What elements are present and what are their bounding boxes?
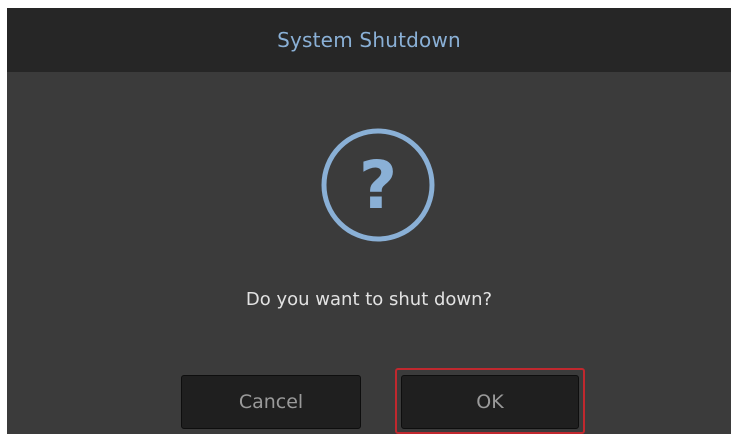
dialog-title: System Shutdown: [277, 28, 461, 52]
question-mark-glyph: ?: [359, 147, 397, 224]
dialog-message: Do you want to shut down?: [245, 289, 493, 310]
dialog-titlebar: System Shutdown: [7, 8, 731, 72]
question-circle-icon: ?: [321, 128, 435, 242]
cancel-button[interactable]: Cancel: [181, 375, 361, 429]
shutdown-dialog: System Shutdown ? Do you want to shut do…: [7, 8, 731, 434]
ok-button[interactable]: OK: [401, 375, 579, 429]
ok-button-label: OK: [476, 391, 504, 413]
cancel-button-label: Cancel: [238, 391, 304, 413]
